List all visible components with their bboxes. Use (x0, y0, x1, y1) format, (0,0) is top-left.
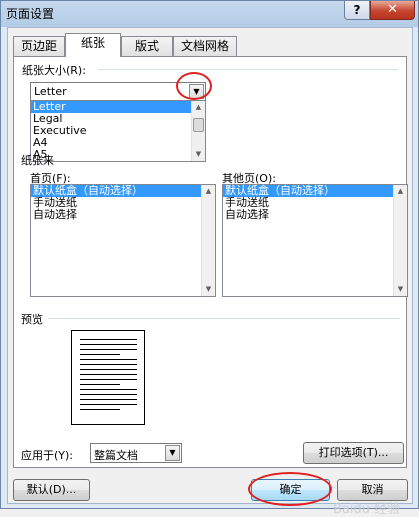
paper-size-option-item[interactable]: A5 (31, 149, 205, 161)
scroll-down-icon[interactable]: ▼ (202, 283, 215, 296)
preview-text-line (80, 359, 137, 360)
preview-text-line (80, 339, 137, 340)
preview-text-line (80, 404, 137, 405)
preview-text-line (80, 349, 137, 350)
first-page-scrollbar[interactable]: ▲ ▼ (201, 185, 215, 296)
paper-size-label: 纸张大小(R): (22, 64, 86, 77)
preview-text-line (80, 399, 137, 400)
paper-source-label: 纸张来 (21, 154, 54, 167)
first-page-tray-list[interactable]: 默认纸盒（自动选择） 手动送纸 自动选择 ▲ ▼ (30, 184, 216, 297)
preview-text-line (80, 379, 137, 380)
preview-text-line (80, 374, 137, 375)
tab-margins[interactable]: 页边距 (13, 36, 65, 56)
tab-layout[interactable]: 版式 (121, 36, 173, 56)
preview-label: 预览 (21, 313, 43, 326)
preview-text-line (80, 364, 137, 365)
paper-size-option-item[interactable]: Executive (31, 125, 205, 137)
watermark-logo: Baidu 经验 (333, 502, 401, 517)
other-pages-tray-item[interactable]: 自动选择 (223, 209, 407, 221)
preview-text-line (80, 344, 137, 345)
preview-text-line (80, 394, 137, 395)
annotation-circle-ok (248, 472, 332, 506)
title-bar: 页面设置 ? ✕ (1, 1, 418, 27)
other-pages-tray-list[interactable]: 默认纸盒（自动选择） 手动送纸 自动选择 ▲ ▼ (222, 184, 408, 297)
tab-paper[interactable]: 纸张 (65, 33, 121, 57)
apply-to-combo[interactable]: 整篇文档 ▼ (90, 443, 182, 463)
paper-size-value: Letter (34, 85, 67, 98)
default-button[interactable]: 默认(D)... (13, 479, 90, 501)
chevron-down-icon[interactable]: ▼ (165, 445, 180, 461)
preview-page-thumbnail (71, 330, 145, 425)
preview-text-line (80, 384, 120, 385)
first-page-tray-item[interactable]: 自动选择 (31, 209, 215, 221)
preview-text-line (80, 369, 137, 370)
tab-document-grid[interactable]: 文档网格 (173, 36, 237, 56)
dialog-body: 页边距 纸张 版式 文档网格 纸张大小(R): Letter ▼ Letter L… (7, 27, 413, 517)
other-pages-scrollbar[interactable]: ▲ ▼ (393, 185, 407, 296)
preview-text-line (80, 389, 137, 390)
scroll-up-icon[interactable]: ▲ (394, 185, 407, 198)
help-button[interactable]: ? (344, 1, 370, 20)
scroll-thumb[interactable] (193, 118, 204, 132)
apply-to-label: 应用于(Y): (21, 449, 74, 462)
print-options-button[interactable]: 打印选项(T)... (303, 442, 404, 464)
preview-text-line (80, 409, 120, 410)
scroll-up-icon[interactable]: ▲ (192, 101, 205, 114)
preview-text-line (80, 354, 120, 355)
annotation-circle-dropdown (176, 72, 212, 100)
paper-size-scrollbar[interactable]: ▲ ▼ (191, 101, 205, 161)
paper-size-dropdown-list[interactable]: Letter Legal Executive A4 A5 ▲ ▼ (30, 100, 206, 162)
separator (98, 69, 398, 70)
scroll-down-icon[interactable]: ▼ (394, 283, 407, 296)
close-button[interactable]: ✕ (370, 1, 415, 20)
scroll-down-icon[interactable]: ▼ (192, 148, 205, 161)
separator (48, 318, 400, 319)
window-title: 页面设置 (6, 7, 55, 21)
paper-size-option-item[interactable]: A4 (31, 137, 205, 149)
apply-to-value: 整篇文档 (94, 449, 138, 462)
page-setup-dialog: 页面设置 ? ✕ 页边距 纸张 版式 文档网格 纸张大小(R): Letter … (0, 0, 419, 517)
scroll-up-icon[interactable]: ▲ (202, 185, 215, 198)
